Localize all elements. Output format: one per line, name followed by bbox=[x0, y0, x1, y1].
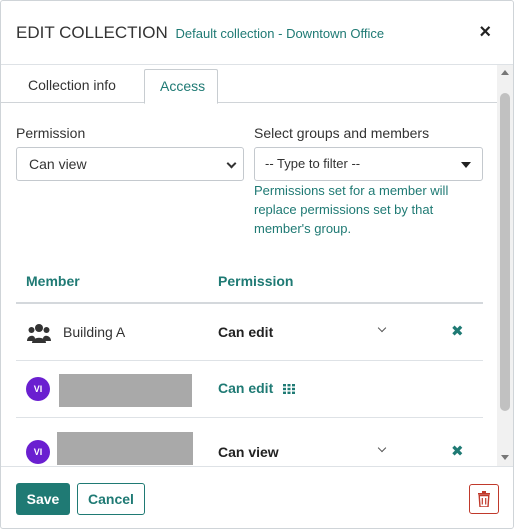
tab-collection-info[interactable]: Collection info bbox=[1, 69, 143, 104]
scroll-up-arrow-icon[interactable] bbox=[501, 70, 509, 75]
permission-select[interactable]: Can view bbox=[16, 147, 244, 181]
filter-placeholder: -- Type to filter -- bbox=[265, 156, 361, 171]
chevron-down-icon bbox=[226, 158, 237, 169]
dialog-body: Collection info Access Permission Can vi… bbox=[1, 65, 497, 466]
avatar: VI bbox=[26, 377, 50, 401]
close-icon[interactable]: × bbox=[479, 21, 491, 43]
table-row: Building A Can edit ✖ bbox=[16, 304, 483, 361]
dialog-footer: Save Cancel bbox=[1, 466, 513, 528]
redacted-member-name bbox=[59, 374, 192, 407]
column-header-permission: Permission bbox=[218, 273, 294, 289]
dialog-header: EDIT COLLECTION Default collection - Dow… bbox=[1, 1, 513, 65]
member-permission: Can edit bbox=[218, 324, 274, 340]
redacted-member-name bbox=[57, 432, 193, 465]
remove-icon[interactable]: ✖ bbox=[451, 324, 464, 340]
table-row: VI Can view ✖ bbox=[16, 418, 483, 466]
dialog-title: EDIT COLLECTION Default collection - Dow… bbox=[16, 23, 384, 43]
delete-button[interactable] bbox=[469, 484, 499, 514]
member-name: Building A bbox=[63, 324, 126, 340]
dialog-title-text: EDIT COLLECTION bbox=[16, 23, 168, 42]
groups-members-filter[interactable]: -- Type to filter -- bbox=[254, 147, 483, 181]
save-button[interactable]: Save bbox=[16, 483, 70, 515]
member-permission-link[interactable]: Can edit bbox=[218, 380, 273, 396]
grid-icon[interactable] bbox=[283, 384, 295, 394]
table-row: VI Can edit bbox=[16, 361, 483, 418]
member-permission: Can view bbox=[218, 444, 279, 460]
caret-down-icon bbox=[461, 162, 471, 168]
column-header-member: Member bbox=[26, 273, 80, 289]
avatar: VI bbox=[26, 440, 50, 464]
cancel-button[interactable]: Cancel bbox=[77, 483, 145, 515]
tab-bar: Collection info Access bbox=[1, 65, 497, 104]
chevron-down-icon[interactable] bbox=[377, 323, 387, 333]
remove-icon[interactable]: ✖ bbox=[451, 444, 464, 460]
groups-members-label: Select groups and members bbox=[254, 125, 430, 141]
permission-select-value: Can view bbox=[29, 156, 87, 172]
tab-access[interactable]: Access bbox=[144, 69, 218, 104]
dialog-subtitle: Default collection - Downtown Office bbox=[175, 26, 385, 41]
scrollbar[interactable] bbox=[497, 65, 513, 466]
chevron-down-icon[interactable] bbox=[377, 443, 387, 453]
permission-label: Permission bbox=[16, 125, 86, 141]
scrollbar-thumb[interactable] bbox=[500, 93, 510, 411]
trash-icon bbox=[478, 491, 490, 507]
scroll-down-arrow-icon[interactable] bbox=[501, 455, 509, 460]
group-icon bbox=[27, 324, 51, 343]
permission-help-text: Permissions set for a member will replac… bbox=[254, 183, 449, 236]
edit-collection-dialog: EDIT COLLECTION Default collection - Dow… bbox=[0, 0, 514, 529]
